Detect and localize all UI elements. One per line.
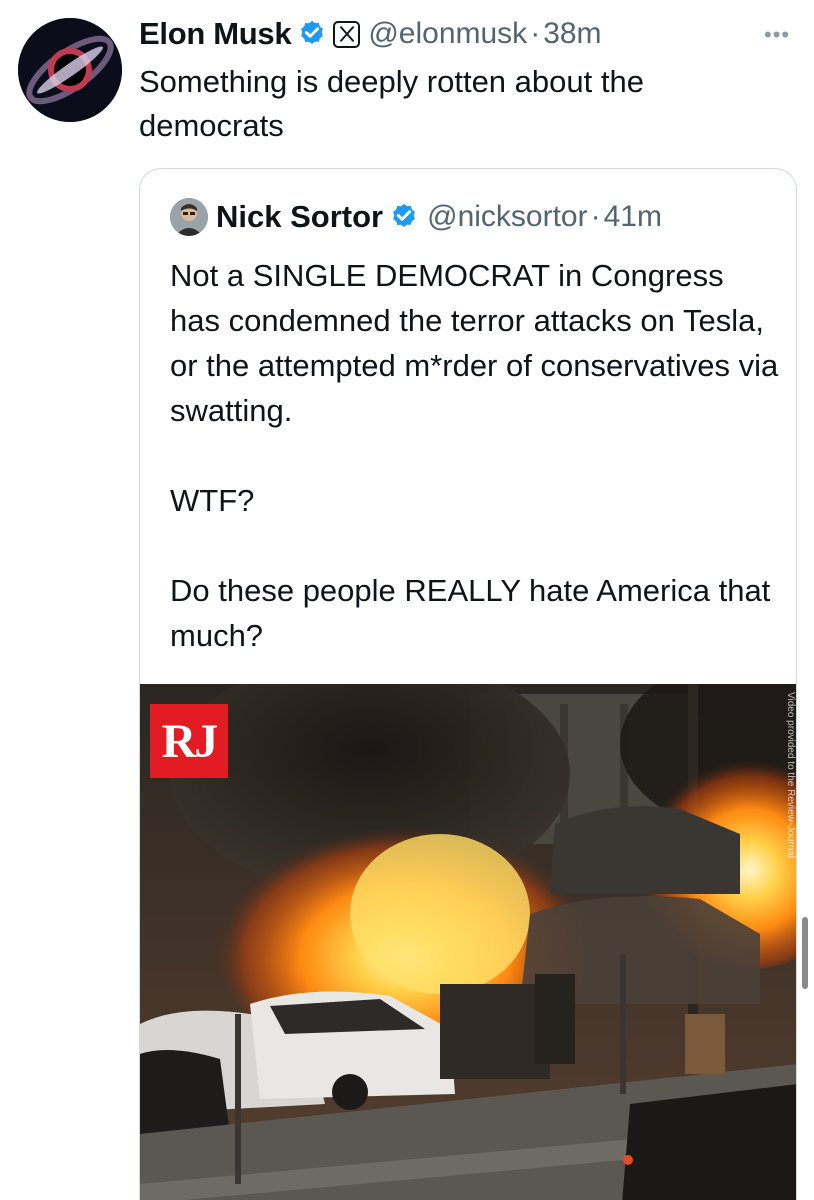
tweet-header: Elon Musk @elonmusk · 38m (139, 14, 794, 54)
quoted-timestamp[interactable]: 41m (604, 200, 662, 234)
author-name[interactable]: Elon Musk (139, 16, 292, 52)
x-logo-icon[interactable] (333, 20, 361, 48)
tweet-text: Something is deeply rotten about the dem… (139, 64, 644, 143)
timestamp[interactable]: 38m (543, 17, 601, 51)
separator-dot: · (590, 200, 601, 233)
quoted-author-name[interactable]: Nick Sortor (216, 199, 383, 235)
quoted-tweet-header: Nick Sortor @nicksortor · 41m (170, 197, 662, 237)
video-credit-watermark: Video provided to the Review-Journal (785, 692, 796, 859)
author-handle[interactable]: @elonmusk (368, 17, 527, 51)
separator-dot: · (530, 17, 541, 50)
quoted-tweet[interactable]: Nick Sortor @nicksortor · 41m Not a SING… (139, 168, 797, 1200)
rj-logo-icon: RJ (150, 704, 228, 778)
quoted-tweet-video[interactable]: RJ Video provided to the Review-Journal (140, 684, 796, 1200)
quoted-author-handle[interactable]: @nicksortor (427, 200, 588, 234)
verified-badge-icon[interactable] (389, 202, 419, 232)
quoted-author-avatar[interactable] (170, 198, 208, 236)
verified-badge-icon[interactable] (297, 19, 327, 49)
quoted-tweet-text: Not a SINGLE DEMOCRAT in Congress has co… (170, 258, 779, 653)
author-avatar[interactable] (18, 18, 122, 122)
scrollbar[interactable] (802, 917, 808, 989)
burning-cars-image (140, 684, 796, 1200)
more-options-icon[interactable]: ••• (764, 22, 814, 48)
